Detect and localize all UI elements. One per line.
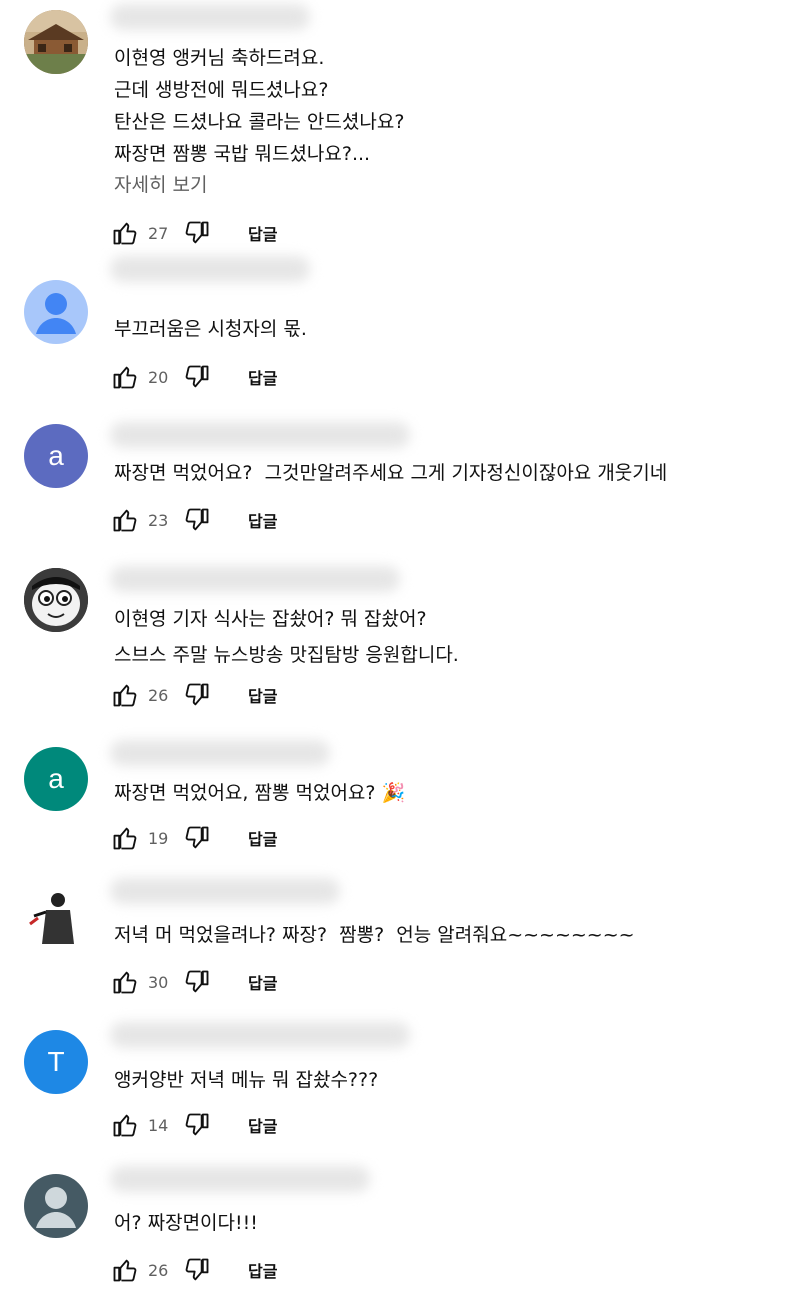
comment-actions: 19 답글 bbox=[110, 821, 277, 855]
avatar[interactable]: a bbox=[24, 747, 88, 811]
comment-actions: 27 답글 bbox=[110, 216, 277, 250]
thumbs-up-icon[interactable] bbox=[110, 218, 140, 248]
comment-text: 어? 짜장면이다!!! bbox=[114, 1212, 258, 1234]
avatar[interactable] bbox=[24, 10, 88, 74]
like-count: 19 bbox=[148, 828, 169, 848]
thumbs-up-icon[interactable] bbox=[110, 823, 140, 853]
comment-text: 부끄러움은 시청자의 몫. bbox=[114, 318, 307, 340]
author-name-blurred[interactable] bbox=[110, 1022, 410, 1048]
comment-actions: 30 답글 bbox=[110, 965, 277, 999]
author-name-blurred[interactable] bbox=[110, 422, 410, 448]
comment-text: 이현영 기자 식사는 잡솼어? 뭐 잡솼어? 스브스 주말 뉴스방송 맛집탐방 … bbox=[114, 608, 459, 666]
thumbs-up-icon[interactable] bbox=[110, 505, 140, 535]
avatar[interactable] bbox=[24, 1174, 88, 1238]
comment-text: 앵커양반 저녁 메뉴 뭐 잡솼수??? bbox=[114, 1069, 379, 1091]
avatar[interactable] bbox=[24, 568, 88, 632]
author-name-blurred[interactable] bbox=[110, 878, 340, 904]
reply-button[interactable]: 답글 bbox=[248, 508, 277, 532]
author-name-blurred[interactable] bbox=[110, 256, 310, 282]
avatar-letter: a bbox=[48, 763, 64, 794]
reply-button[interactable]: 답글 bbox=[248, 1258, 277, 1282]
avatar-letter: a bbox=[48, 440, 64, 471]
thumbs-down-icon[interactable] bbox=[182, 505, 212, 535]
like-count: 26 bbox=[148, 1260, 169, 1280]
thumbs-down-icon[interactable] bbox=[182, 1110, 212, 1140]
comment-actions: 26 답글 bbox=[110, 1253, 277, 1287]
like-count: 27 bbox=[148, 223, 169, 243]
reply-button[interactable]: 답글 bbox=[248, 683, 277, 707]
author-name-blurred[interactable] bbox=[110, 1166, 370, 1192]
avatar[interactable] bbox=[24, 886, 88, 950]
comment-text: 이현영 앵커님 축하드려요. 근데 생방전에 뭐드셨나요? 탄산은 드셨나요 콜… bbox=[114, 47, 405, 165]
comment-actions: 14 답글 bbox=[110, 1108, 277, 1142]
thumbs-down-icon[interactable] bbox=[182, 823, 212, 853]
comment-actions: 20 답글 bbox=[110, 360, 277, 394]
thumbs-up-icon[interactable] bbox=[110, 1110, 140, 1140]
reply-button[interactable]: 답글 bbox=[248, 221, 277, 245]
reply-button[interactable]: 답글 bbox=[248, 970, 277, 994]
comment-text: 저녁 머 먹었을려나? 짜장? 짬뽕? 언능 알려줘요~~~~~~~~ bbox=[114, 924, 635, 946]
thumbs-down-icon[interactable] bbox=[182, 218, 212, 248]
author-name-blurred[interactable] bbox=[110, 4, 310, 30]
like-count: 14 bbox=[148, 1115, 169, 1135]
thumbs-down-icon[interactable] bbox=[182, 1255, 212, 1285]
like-count: 30 bbox=[148, 972, 169, 992]
reply-button[interactable]: 답글 bbox=[248, 365, 277, 389]
comment-actions: 23 답글 bbox=[110, 503, 277, 537]
thumbs-down-icon[interactable] bbox=[182, 362, 212, 392]
thumbs-up-icon[interactable] bbox=[110, 1255, 140, 1285]
thumbs-down-icon[interactable] bbox=[182, 680, 212, 710]
thumbs-down-icon[interactable] bbox=[182, 967, 212, 997]
thumbs-up-icon[interactable] bbox=[110, 967, 140, 997]
author-name-blurred[interactable] bbox=[110, 740, 330, 766]
thumbs-up-icon[interactable] bbox=[110, 362, 140, 392]
author-name-blurred[interactable] bbox=[110, 566, 400, 592]
thumbs-up-icon[interactable] bbox=[110, 680, 140, 710]
like-count: 23 bbox=[148, 510, 169, 530]
comment-actions: 26 답글 bbox=[110, 678, 277, 712]
read-more-link[interactable]: 자세히 보기 bbox=[114, 170, 207, 197]
reply-button[interactable]: 답글 bbox=[248, 1113, 277, 1137]
avatar[interactable] bbox=[24, 280, 88, 344]
avatar[interactable]: a bbox=[24, 424, 88, 488]
reply-button[interactable]: 답글 bbox=[248, 826, 277, 850]
avatar[interactable]: T bbox=[24, 1030, 88, 1094]
comment-text: 짜장면 먹었어요? 그것만알려주세요 그게 기자정신이잖아요 개웃기네 bbox=[114, 462, 668, 484]
like-count: 20 bbox=[148, 367, 169, 387]
avatar-letter: T bbox=[47, 1046, 65, 1077]
like-count: 26 bbox=[148, 685, 169, 705]
comment-text: 짜장면 먹었어요, 짬뽕 먹었어요? 🎉 bbox=[114, 782, 406, 804]
